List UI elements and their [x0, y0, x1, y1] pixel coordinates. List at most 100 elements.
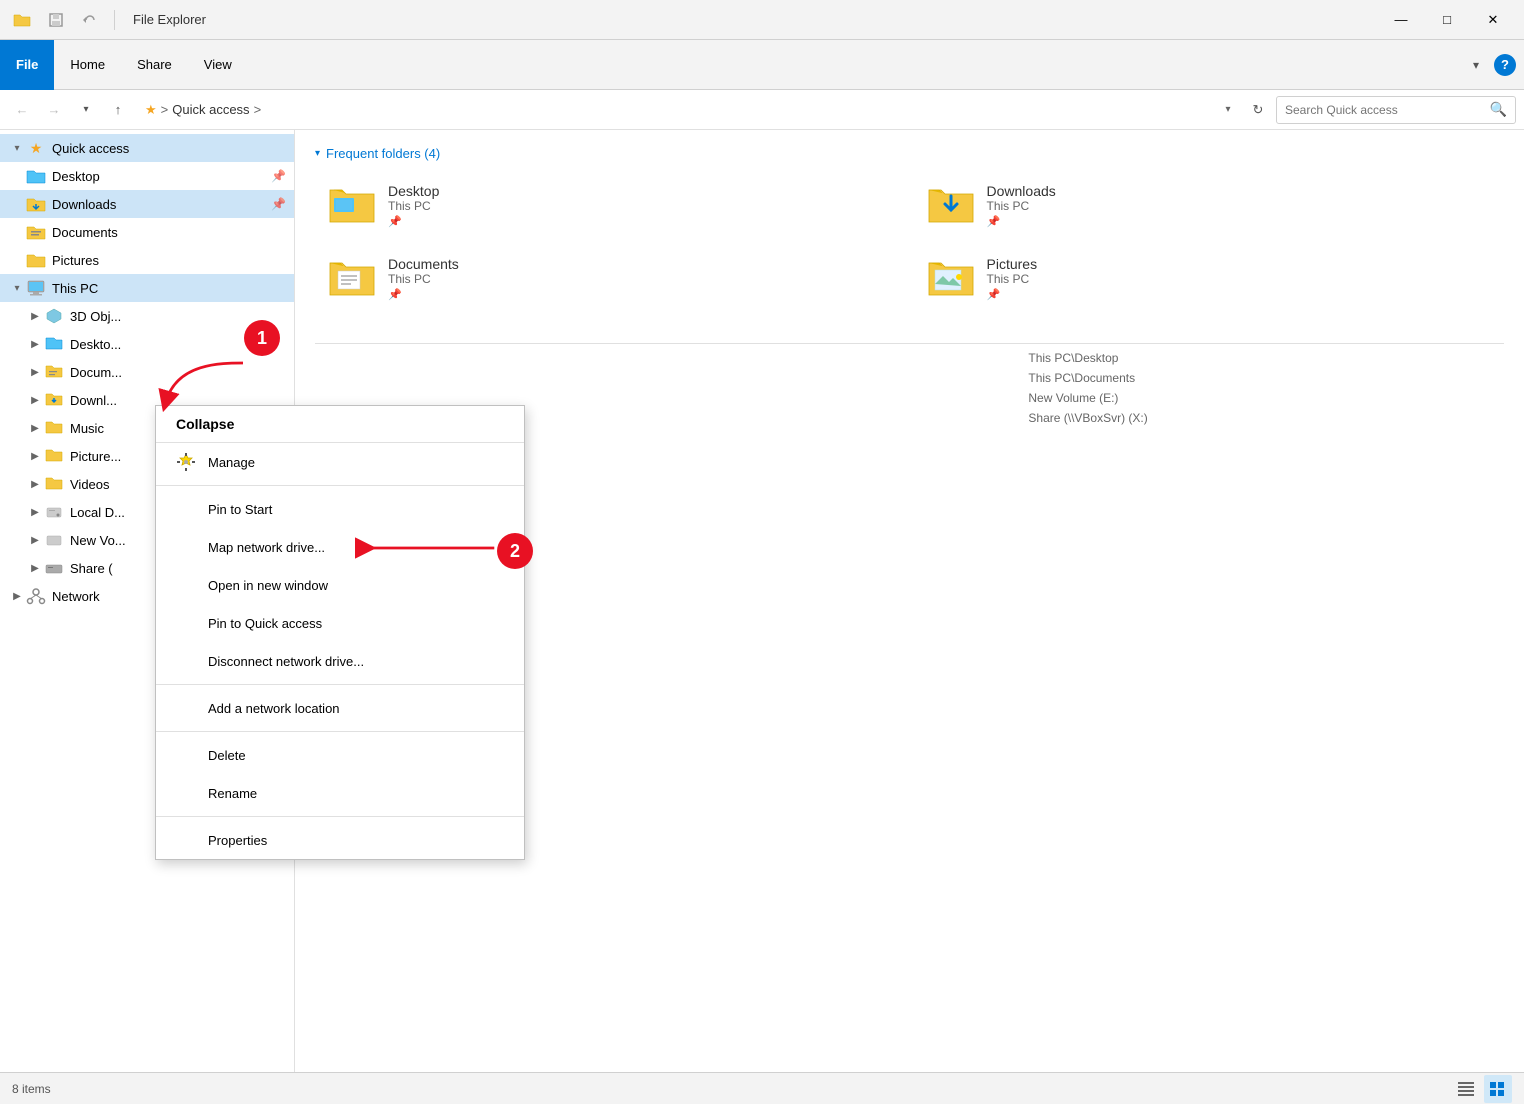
frequent-folders-grid: Desktop This PC 📌 Downloads This PC [315, 173, 1504, 311]
maximize-button[interactable]: □ [1424, 0, 1470, 40]
sidebar-item-downloads[interactable]: Downloads 📌 [0, 190, 294, 218]
expand-this-pc-icon: ▾ [8, 279, 26, 297]
frequent-folders-header[interactable]: ▾ Frequent folders (4) [315, 146, 1504, 161]
ctx-delete-label: Delete [208, 748, 246, 763]
sidebar-item-pictures[interactable]: Pictures [0, 246, 294, 274]
pictures-card-sub: This PC [987, 272, 1038, 286]
status-bar: 8 items [0, 1072, 1524, 1104]
address-path[interactable]: ★ > Quick access > [136, 96, 1212, 124]
ctx-open-window-icon [176, 575, 196, 595]
sidebar-item-this-pc[interactable]: ▾ This PC [0, 274, 294, 302]
ctx-map-drive-icon [176, 537, 196, 557]
forward-button[interactable]: → [40, 96, 68, 124]
window-controls: — □ ✕ [1378, 0, 1516, 40]
expand-pc-desktop-icon: ▶ [26, 335, 44, 353]
folder-card-downloads[interactable]: Downloads This PC 📌 [914, 173, 1505, 238]
ctx-pin-to-start-label: Pin to Start [208, 502, 272, 517]
ctx-pin-to-quick-access[interactable]: Pin to Quick access [156, 604, 524, 642]
sidebar-item-quick-access[interactable]: ▾ ★ Quick access [0, 134, 294, 162]
sidebar-item-documents[interactable]: Documents [0, 218, 294, 246]
ctx-open-window-label: Open in new window [208, 578, 328, 593]
tab-file[interactable]: File [0, 40, 54, 90]
ctx-map-network-drive[interactable]: Map network drive... [156, 528, 524, 566]
ctx-manage-label: Manage [208, 455, 255, 470]
sidebar-item-desktop[interactable]: Desktop 📌 [0, 162, 294, 190]
desktop-card-name: Desktop [388, 183, 439, 199]
ctx-open-new-window[interactable]: Open in new window [156, 566, 524, 604]
folder-card-documents[interactable]: Documents This PC 📌 [315, 246, 906, 311]
ctx-sep-1 [156, 485, 524, 486]
local-disk-icon [44, 502, 64, 522]
tab-share[interactable]: Share [121, 40, 188, 90]
this-pc-icon [26, 278, 46, 298]
music-icon [44, 418, 64, 438]
ctx-delete-icon [176, 745, 196, 765]
ctx-rename[interactable]: Rename [156, 774, 524, 812]
app-title: File Explorer [133, 12, 206, 27]
sidebar-item-pc-documents[interactable]: ▶ Docum... [0, 358, 294, 386]
context-menu: Collapse Manage Pin to Start Map network… [155, 405, 525, 860]
refresh-button[interactable]: ↻ [1244, 96, 1272, 124]
recent-item-path-4: Share (\\VBoxSvr) (X:) [1028, 411, 1504, 425]
search-input[interactable] [1285, 103, 1490, 117]
ribbon-expand-btn[interactable]: ▾ [1462, 51, 1490, 79]
pc-downloads-icon [44, 390, 64, 410]
new-volume-icon [44, 530, 64, 550]
undo-icon[interactable] [76, 6, 104, 34]
ctx-delete[interactable]: Delete [156, 736, 524, 774]
path-text: ★ > Quick access > [145, 102, 261, 118]
folder-card-pictures[interactable]: Pictures This PC 📌 [914, 246, 1505, 311]
details-view-button[interactable] [1452, 1075, 1480, 1103]
desktop-label: Desktop [52, 169, 267, 184]
pc-pictures-icon [44, 446, 64, 466]
save-icon[interactable] [42, 6, 70, 34]
search-box[interactable]: 🔍 [1276, 96, 1516, 124]
ctx-manage[interactable]: Manage [156, 443, 524, 481]
pc-desktop-icon [44, 334, 64, 354]
documents-card-pin: 📌 [388, 288, 459, 301]
pin-icon-desktop: 📌 [271, 169, 286, 183]
close-button[interactable]: ✕ [1470, 0, 1516, 40]
3d-objects-icon [44, 306, 64, 326]
tab-view[interactable]: View [188, 40, 248, 90]
help-button[interactable]: ? [1494, 54, 1516, 76]
recent-item-2[interactable]: This PC\Documents [315, 368, 1504, 388]
pc-documents-icon [44, 362, 64, 382]
recent-locations-button[interactable]: ▾ [72, 96, 100, 124]
downloads-card-name: Downloads [987, 183, 1056, 199]
large-icons-view-button[interactable] [1484, 1075, 1512, 1103]
pin-icon-downloads: 📌 [271, 197, 286, 211]
share-drive-icon [44, 558, 64, 578]
ctx-rename-icon [176, 783, 196, 803]
expand-pc-pictures-icon: ▶ [26, 447, 44, 465]
folder-icon[interactable] [8, 6, 36, 34]
ctx-pin-to-start[interactable]: Pin to Start [156, 490, 524, 528]
path-separator: > [161, 102, 169, 117]
pictures-label: Pictures [52, 253, 286, 268]
desktop-large-icon [328, 182, 376, 229]
downloads-card-sub: This PC [987, 199, 1056, 213]
ctx-add-location-label: Add a network location [208, 701, 340, 716]
back-button[interactable]: ← [8, 96, 36, 124]
pictures-large-icon [927, 255, 975, 302]
tab-home[interactable]: Home [54, 40, 121, 90]
ctx-disconnect-label: Disconnect network drive... [208, 654, 364, 669]
downloads-large-icon [927, 182, 975, 229]
ctx-properties[interactable]: Properties [156, 821, 524, 859]
title-bar-icons: File Explorer [8, 6, 206, 34]
ctx-disconnect-icon [176, 651, 196, 671]
folder-card-desktop[interactable]: Desktop This PC 📌 [315, 173, 906, 238]
downloads-folder-icon [26, 194, 46, 214]
desktop-card-pin: 📌 [388, 215, 439, 228]
pictures-folder-icon [26, 250, 46, 270]
minimize-button[interactable]: — [1378, 0, 1424, 40]
ctx-disconnect-network[interactable]: Disconnect network drive... [156, 642, 524, 680]
address-dropdown-button[interactable]: ▾ [1216, 96, 1240, 124]
recent-item-path-2: This PC\Documents [1028, 371, 1504, 385]
downloads-card-info: Downloads This PC 📌 [987, 183, 1056, 228]
ctx-map-drive-label: Map network drive... [208, 540, 325, 555]
recent-item-1[interactable]: This PC\Desktop [315, 348, 1504, 368]
documents-label: Documents [52, 225, 286, 240]
up-button[interactable]: ↑ [104, 96, 132, 124]
ctx-add-network-location[interactable]: Add a network location [156, 689, 524, 727]
